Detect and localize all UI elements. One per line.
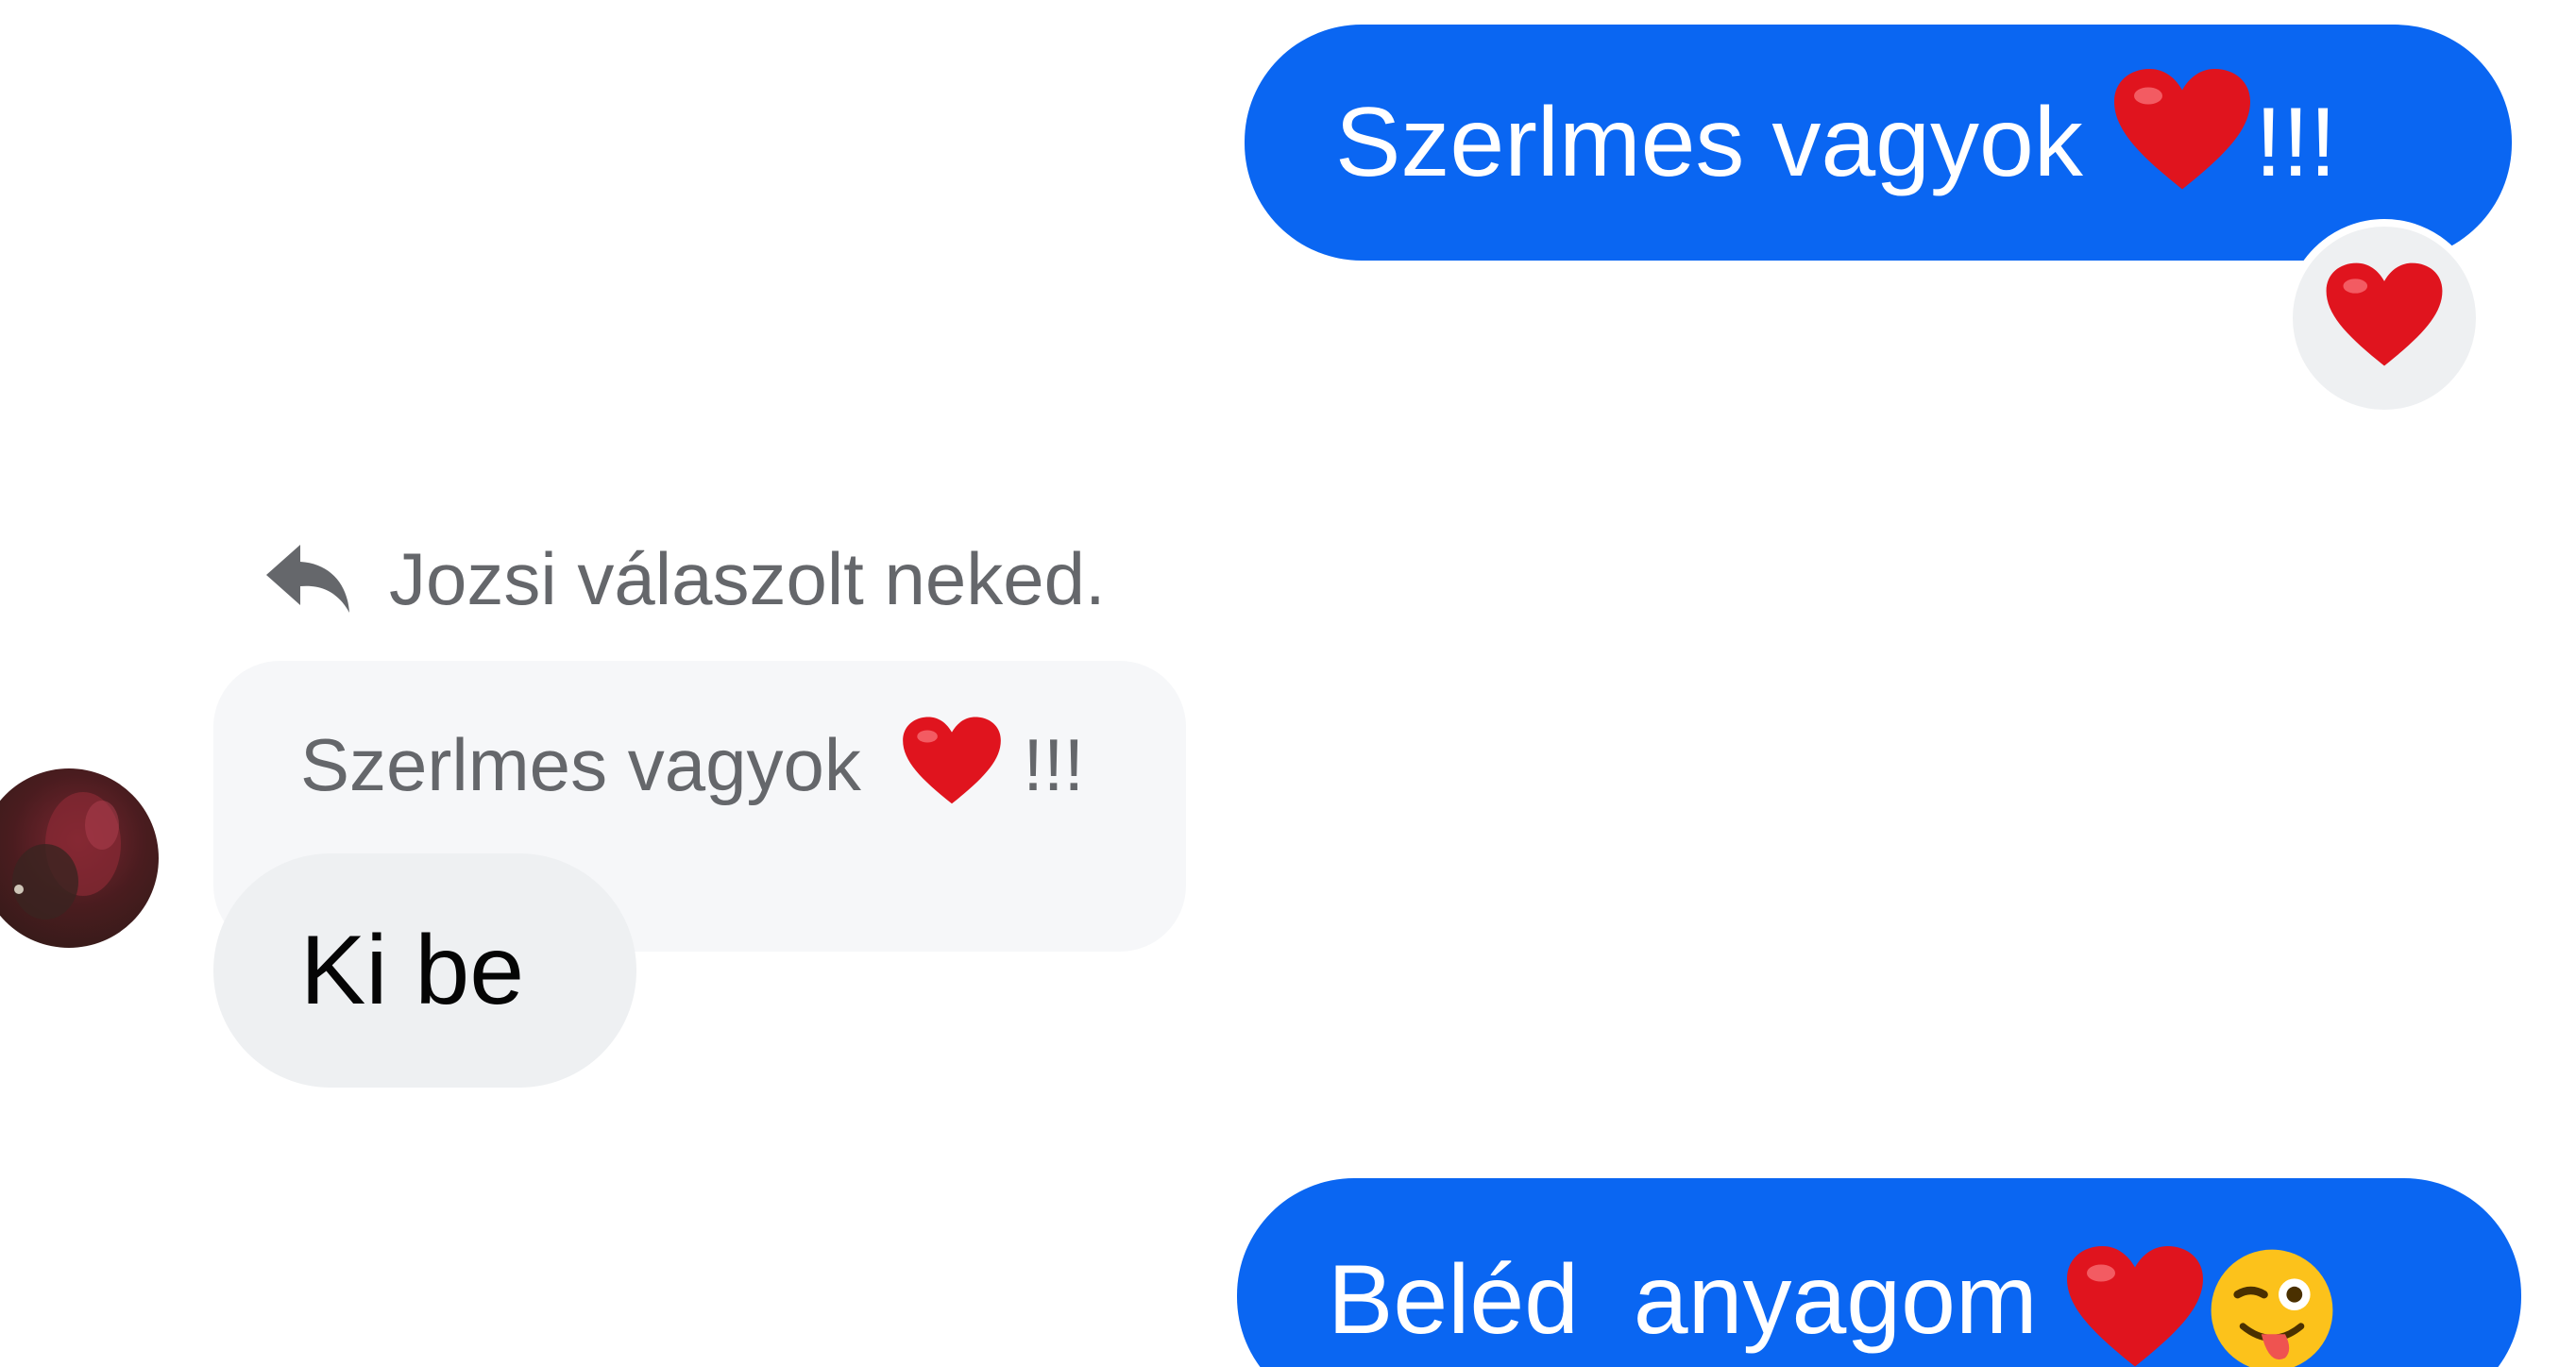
- heart-emoji-icon: [2111, 67, 2253, 219]
- message-text: Beléd anyagom: [1328, 1245, 2038, 1355]
- outgoing-message-bubble[interactable]: Beléd anyagom: [1237, 1178, 2521, 1367]
- reply-note-text: Jozsi válaszolt neked.: [389, 536, 1106, 620]
- reply-arrow-icon: [263, 539, 353, 618]
- quoted-suffix: !!!: [1023, 723, 1085, 807]
- message-text: Szerlmes vagyok: [1335, 87, 2083, 197]
- reply-indicator: Jozsi válaszolt neked.: [263, 527, 1106, 631]
- message-suffix: !!!: [2254, 87, 2337, 197]
- message-reaction[interactable]: [2285, 219, 2483, 417]
- quoted-text: Szerlmes vagyok: [300, 723, 861, 807]
- chat-thread: Szerlmes vagyok !!! Jozsi válaszolt neke…: [0, 0, 2576, 1367]
- heart-emoji-icon: [901, 716, 1003, 826]
- message-text: Ki be: [300, 915, 525, 1025]
- sender-avatar[interactable]: [0, 768, 159, 948]
- heart-reaction-icon: [2324, 262, 2445, 376]
- heart-emoji-icon: [2064, 1244, 2206, 1367]
- outgoing-message-bubble[interactable]: Szerlmes vagyok !!!: [1245, 25, 2512, 261]
- winking-tongue-emoji-icon: [2206, 1244, 2338, 1367]
- incoming-message-bubble[interactable]: Ki be: [213, 853, 636, 1088]
